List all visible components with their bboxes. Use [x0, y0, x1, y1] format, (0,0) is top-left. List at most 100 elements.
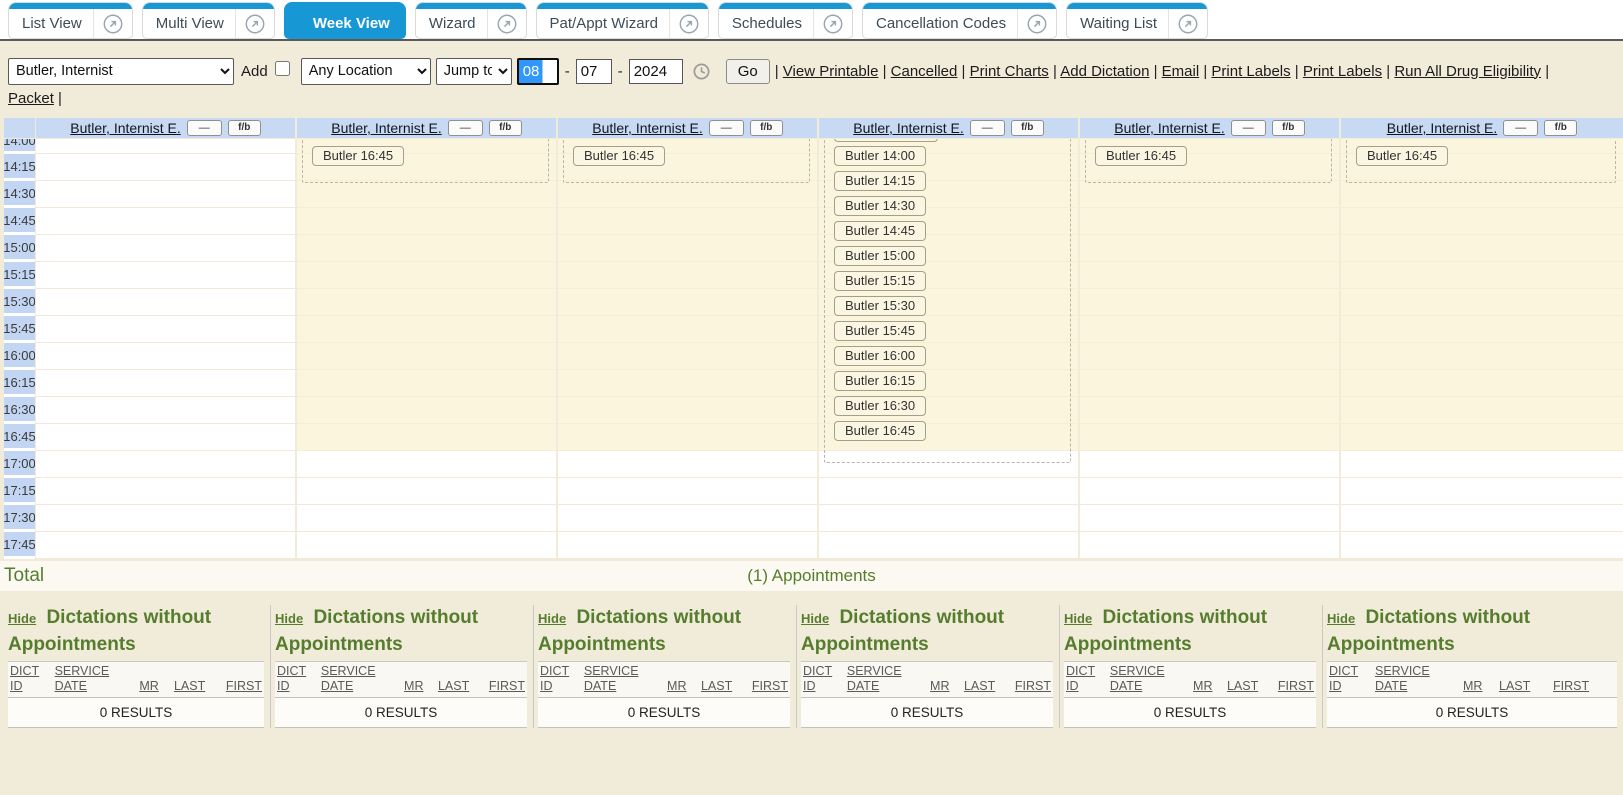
provider-select[interactable]: Butler, Internist: [8, 58, 234, 85]
slot-cell[interactable]: [1341, 316, 1623, 343]
appointment-button[interactable]: Butler 15:30: [834, 296, 926, 316]
slot-cell[interactable]: [1341, 208, 1623, 235]
slot-cell[interactable]: [1080, 208, 1339, 235]
appointment-button[interactable]: Butler 16:45: [1095, 146, 1187, 166]
slot-cell[interactable]: [297, 505, 556, 532]
provider-link[interactable]: Butler, Internist E.: [853, 120, 964, 136]
link-add-dictation[interactable]: Add Dictation: [1060, 63, 1149, 80]
link-run-all-drug-eligibility[interactable]: Run All Drug Eligibility: [1394, 63, 1541, 80]
slot-cell[interactable]: [1341, 370, 1623, 397]
open-in-new-window-icon[interactable]: [488, 13, 526, 35]
slot-cell[interactable]: [1080, 505, 1339, 532]
slot-cell[interactable]: [297, 316, 556, 343]
slot-cell[interactable]: [36, 262, 295, 289]
hide-dictations-link[interactable]: Hide: [275, 611, 303, 626]
dictations-col-header-mr[interactable]: MR: [1461, 662, 1497, 698]
appointment-button[interactable]: Butler 14:30: [834, 196, 926, 216]
slot-cell[interactable]: [36, 424, 295, 451]
date-day-input[interactable]: [576, 59, 612, 84]
appointment-button[interactable]: Butler 14:00: [834, 146, 926, 166]
slot-cell[interactable]: [297, 181, 556, 208]
slot-cell[interactable]: [558, 208, 817, 235]
tab-cancellation-codes[interactable]: Cancellation Codes: [862, 2, 1057, 39]
link-cancelled[interactable]: Cancelled: [891, 63, 958, 80]
slot-cell[interactable]: [36, 505, 295, 532]
dictations-col-header-last[interactable]: LAST: [699, 662, 750, 698]
fb-button[interactable]: f/b: [1544, 120, 1577, 136]
slot-cell[interactable]: [819, 478, 1078, 505]
dictations-col-header-mr[interactable]: MR: [665, 662, 699, 698]
dictations-col-header-service-date[interactable]: SERVICEDATE: [845, 662, 928, 698]
slot-cell[interactable]: [1341, 181, 1623, 208]
slot-cell[interactable]: [558, 370, 817, 397]
provider-link[interactable]: Butler, Internist E.: [331, 120, 442, 136]
dictations-col-header-last[interactable]: LAST: [962, 662, 1013, 698]
appointment-button[interactable]: Butler 16:15: [834, 371, 926, 391]
hide-dictations-link[interactable]: Hide: [801, 611, 829, 626]
tab-waiting-list[interactable]: Waiting List: [1066, 2, 1208, 39]
slot-cell[interactable]: [1080, 262, 1339, 289]
appointment-button[interactable]: Butler 15:45: [834, 321, 926, 341]
slot-cell[interactable]: [297, 451, 556, 478]
slot-cell[interactable]: [297, 289, 556, 316]
date-month-input[interactable]: [517, 58, 559, 85]
slot-cell[interactable]: [1080, 397, 1339, 424]
appointment-button[interactable]: Butler 16:45: [834, 421, 926, 441]
dictations-col-header-dict-id[interactable]: DICTID: [1327, 662, 1373, 698]
appointment-button[interactable]: Butler 16:45: [312, 146, 404, 166]
slot-cell[interactable]: [297, 343, 556, 370]
dictations-col-header-service-date[interactable]: SERVICEDATE: [319, 662, 402, 698]
tab-schedules[interactable]: Schedules: [718, 2, 853, 39]
dictations-col-header-first[interactable]: FIRST: [224, 662, 264, 698]
dictations-col-header-mr[interactable]: MR: [402, 662, 436, 698]
slot-cell[interactable]: [558, 289, 817, 316]
slot-cell[interactable]: [297, 370, 556, 397]
dictations-col-header-first[interactable]: FIRST: [750, 662, 790, 698]
slot-cell[interactable]: [558, 316, 817, 343]
slot-cell[interactable]: [1341, 505, 1623, 532]
dictations-col-header-service-date[interactable]: SERVICEDATE: [1373, 662, 1461, 698]
dictations-col-header-dict-id[interactable]: DICTID: [8, 662, 53, 698]
slot-cell[interactable]: [558, 505, 817, 532]
dictations-col-header-first[interactable]: FIRST: [1551, 662, 1617, 698]
slot-cell[interactable]: [1341, 478, 1623, 505]
link-print-charts[interactable]: Print Charts: [970, 63, 1049, 80]
dictations-col-header-mr[interactable]: MR: [137, 662, 172, 698]
slot-cell[interactable]: [36, 154, 295, 181]
slot-cell[interactable]: [1080, 424, 1339, 451]
slot-cell[interactable]: [36, 235, 295, 262]
slot-cell[interactable]: [297, 424, 556, 451]
slot-cell[interactable]: [297, 235, 556, 262]
slot-cell[interactable]: [1080, 343, 1339, 370]
slot-cell[interactable]: [297, 262, 556, 289]
slot-cell[interactable]: [36, 451, 295, 478]
slot-cell[interactable]: [1341, 262, 1623, 289]
slot-cell[interactable]: [1080, 478, 1339, 505]
clock-icon[interactable]: [692, 62, 711, 81]
date-year-input[interactable]: [629, 59, 683, 84]
slot-cell[interactable]: [36, 139, 295, 154]
slot-cell[interactable]: [1341, 235, 1623, 262]
slot-cell[interactable]: [558, 235, 817, 262]
dictations-col-header-first[interactable]: FIRST: [1013, 662, 1053, 698]
dictations-col-header-dict-id[interactable]: DICTID: [801, 662, 845, 698]
slot-cell[interactable]: [36, 208, 295, 235]
link-print-labels[interactable]: Print Labels: [1303, 63, 1382, 80]
slot-cell[interactable]: [297, 478, 556, 505]
slot-cell[interactable]: [36, 532, 295, 559]
packet-link[interactable]: Packet: [8, 90, 54, 107]
slot-cell[interactable]: [558, 532, 817, 559]
dictations-col-header-dict-id[interactable]: DICTID: [538, 662, 582, 698]
slot-cell[interactable]: [819, 532, 1078, 559]
link-view-printable[interactable]: View Printable: [783, 63, 879, 80]
slot-cell[interactable]: [36, 370, 295, 397]
appointment-button[interactable]: Butler 15:15: [834, 271, 926, 291]
slot-cell[interactable]: [36, 181, 295, 208]
minimize-column-button[interactable]: —: [1503, 120, 1538, 136]
hide-dictations-link[interactable]: Hide: [1327, 611, 1355, 626]
fb-button[interactable]: f/b: [1272, 120, 1305, 136]
slot-cell[interactable]: [1341, 451, 1623, 478]
slot-cell[interactable]: [1341, 397, 1623, 424]
provider-link[interactable]: Butler, Internist E.: [1387, 120, 1498, 136]
slot-cell[interactable]: [36, 397, 295, 424]
